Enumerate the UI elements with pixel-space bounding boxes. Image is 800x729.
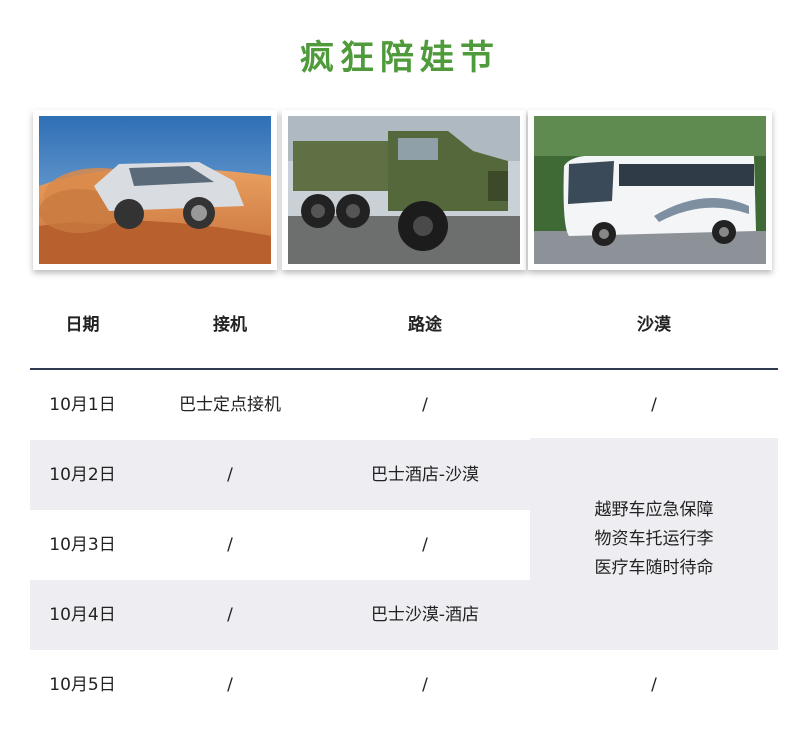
pickup-cell: /	[227, 605, 233, 625]
header-desert: 沙漠	[637, 315, 671, 335]
table-row: 10月5日 / / /	[30, 650, 778, 720]
table-header: 日期 接机 路途 沙漠	[30, 280, 778, 370]
photo-strip	[33, 110, 772, 270]
date-cell: 10月3日	[49, 535, 116, 555]
desert-cell: /	[651, 675, 657, 695]
route-cell: /	[422, 395, 428, 415]
header-pickup: 接机	[213, 315, 247, 335]
pickup-cell: /	[227, 465, 233, 485]
header-route: 路途	[408, 315, 442, 335]
pickup-cell: /	[227, 675, 233, 695]
date-cell: 10月1日	[49, 395, 116, 415]
desert-merged-cell: 越野车应急保障 物资车托运行李 医疗车随时待命	[530, 438, 778, 648]
route-cell: /	[422, 675, 428, 695]
date-cell: 10月2日	[49, 465, 116, 485]
military-truck-photo	[282, 110, 526, 270]
coach-bus-photo	[528, 110, 772, 270]
desert-line-2: 物资车托运行李	[594, 529, 714, 549]
date-cell: 10月4日	[49, 605, 116, 625]
desert-line-1: 越野车应急保障	[594, 500, 714, 520]
route-cell: 巴士沙漠-酒店	[370, 605, 480, 625]
pickup-cell: /	[227, 535, 233, 555]
route-cell: 巴士酒店-沙漠	[370, 465, 480, 485]
desert-line-3: 医疗车随时待命	[594, 558, 714, 578]
table-row: 10月1日 巴士定点接机 / /	[30, 370, 778, 440]
desert-cell: /	[651, 395, 657, 415]
military-truck-photo-icon	[288, 116, 520, 264]
date-cell: 10月5日	[49, 675, 116, 695]
offroad-suv-in-desert-photo-icon	[39, 116, 271, 264]
pickup-cell: 巴士定点接机	[179, 395, 281, 415]
offroad-suv-photo	[33, 110, 277, 270]
route-cell: /	[422, 535, 428, 555]
header-date: 日期	[65, 315, 100, 335]
white-coach-bus-photo-icon	[534, 116, 766, 264]
page-title: 疯狂陪娃节	[300, 38, 500, 78]
